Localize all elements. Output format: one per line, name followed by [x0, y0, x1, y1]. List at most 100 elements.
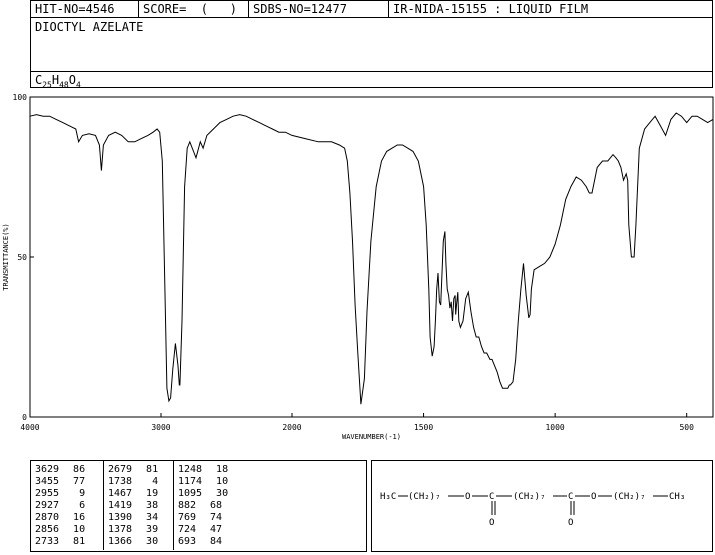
peak-wavenumber: 2870	[35, 512, 60, 523]
peak-wavenumber: 2955	[35, 488, 60, 499]
header-row: HIT-NO=4546 SCORE= ( ) SDBS-NO=12477 IR-…	[31, 1, 712, 18]
peak-row: 3629 86	[35, 464, 85, 476]
peak-wavenumber: 1378	[108, 524, 133, 535]
peak-transmittance: 74	[210, 512, 223, 523]
peak-transmittance: 81	[146, 464, 159, 475]
peak-row: 2870 16	[35, 512, 85, 524]
methyl-left: H₃C	[380, 492, 396, 502]
carbonyl-oxygen-left: O	[489, 518, 494, 528]
carbonyl-carbon-left: C	[489, 492, 494, 502]
ester-oxygen-right: O	[591, 492, 596, 502]
peak-wavenumber: 2679	[108, 464, 133, 475]
ester-oxygen-left: O	[465, 492, 470, 502]
peak-wavenumber: 693	[178, 536, 197, 547]
peak-transmittance: 47	[210, 524, 223, 535]
peak-wavenumber: 1366	[108, 536, 133, 547]
peak-transmittance: 30	[216, 488, 229, 499]
peak-transmittance: 77	[73, 476, 86, 487]
peak-row: 1467 19	[108, 488, 158, 500]
methylene-chain-left: (CH₂)₇	[408, 492, 441, 502]
x-tick-label: 1000	[545, 423, 564, 432]
peak-row: 1390 34	[108, 512, 158, 524]
peak-row: 2856 10	[35, 524, 85, 536]
peak-transmittance: 10	[73, 524, 86, 535]
peak-wavenumber: 1095	[178, 488, 203, 499]
peak-row: 1366 30	[108, 536, 158, 548]
peak-row: 2927 6	[35, 500, 85, 512]
formula-divider	[31, 71, 712, 72]
x-tick-label: 500	[679, 423, 694, 432]
peak-transmittance: 39	[146, 524, 159, 535]
peak-wavenumber: 769	[178, 512, 197, 523]
peak-transmittance: 81	[73, 536, 86, 547]
peak-wavenumber: 882	[178, 500, 197, 511]
peak-row: 769 74	[178, 512, 228, 524]
methylene-chain-right: (CH₂)₇	[613, 492, 646, 502]
peak-row: 1248 18	[178, 464, 228, 476]
peak-transmittance: 86	[73, 464, 86, 475]
peak-table: 3629 86 3455 77 2955 9 2927 6 2870 16 2856 10 2733 81…	[30, 460, 367, 552]
peak-row: 1738 4	[108, 476, 158, 488]
structure-diagram: H₃C (CH₂)₇ O C O (CH₂)₇ C O O (CH₂)₇ CH₃	[380, 492, 685, 528]
peak-transmittance: 9	[79, 488, 86, 499]
peak-row: 2679 81	[108, 464, 158, 476]
peak-row: 3455 77	[35, 476, 85, 488]
hit-number: HIT-NO=4546	[31, 1, 139, 17]
peak-row: 693 84	[178, 536, 228, 548]
plot-frame	[29, 96, 714, 418]
y-tick-label: 0	[22, 413, 27, 422]
ir-spectrum-chart: 4000 3000 2000 1500 1000 500 0 50 100 WAVENUMBER…	[2, 93, 714, 441]
x-axis-label: WAVENUMBER(-1)	[342, 433, 401, 441]
sdbs-number: SDBS-NO=12477	[249, 1, 389, 17]
spectrum-line	[29, 112, 714, 405]
molecular-formula: C25H48O4	[35, 73, 81, 90]
peak-transmittance: 68	[210, 500, 223, 511]
peak-row: 724 47	[178, 524, 228, 536]
peak-transmittance: 19	[146, 488, 159, 499]
peak-wavenumber: 1174	[178, 476, 203, 487]
peak-row: 1378 39	[108, 524, 158, 536]
peak-wavenumber: 2856	[35, 524, 60, 535]
peak-row: 1419 38	[108, 500, 158, 512]
y-axis-label: TRANSMITTANCE(%)	[2, 223, 10, 290]
peak-column: 1248 18 1174 10 1095 30 882 68 769 74 724 47 693 84	[173, 461, 228, 550]
x-tick-label: 1500	[414, 423, 433, 432]
peak-row: 2955 9	[35, 488, 85, 500]
carbonyl-oxygen-right: O	[568, 518, 573, 528]
peak-row: 1174 10	[178, 476, 228, 488]
methylene-chain-middle: (CH₂)₇	[513, 492, 546, 502]
peak-row: 1095 30	[178, 488, 228, 500]
peak-column: 2679 81 1738 4 1467 19 1419 38 1390 34 1378 39 1366 3…	[103, 461, 158, 550]
methyl-right: CH₃	[669, 492, 685, 502]
peak-row: 2733 81	[35, 536, 85, 548]
peak-wavenumber: 1738	[108, 476, 133, 487]
x-tick-label: 2000	[282, 423, 301, 432]
peak-transmittance: 4	[152, 476, 159, 487]
peak-wavenumber: 1248	[178, 464, 203, 475]
peak-wavenumber: 1467	[108, 488, 133, 499]
peak-wavenumber: 724	[178, 524, 197, 535]
structure-box: H₃C (CH₂)₇ O C O (CH₂)₇ C O O (CH₂)₇ CH₃	[371, 460, 713, 552]
peak-column: 3629 86 3455 77 2955 9 2927 6 2870 16 2856 10 2733 81	[35, 464, 85, 548]
y-tick-label: 100	[13, 93, 28, 102]
peak-wavenumber: 3629	[35, 464, 60, 475]
peak-transmittance: 34	[146, 512, 159, 523]
peak-transmittance: 38	[146, 500, 159, 511]
peak-wavenumber: 2927	[35, 500, 60, 511]
peak-wavenumber: 3455	[35, 476, 60, 487]
peak-wavenumber: 1419	[108, 500, 133, 511]
peak-transmittance: 10	[216, 476, 229, 487]
score: SCORE= ( )	[139, 1, 249, 17]
x-tick-label: 4000	[20, 423, 39, 432]
compound-name: DIOCTYL AZELATE	[35, 20, 144, 34]
peak-transmittance: 18	[216, 464, 229, 475]
header-box: HIT-NO=4546 SCORE= ( ) SDBS-NO=12477 IR-…	[30, 0, 713, 90]
carbonyl-carbon-right: C	[568, 492, 573, 502]
peak-transmittance: 6	[79, 500, 86, 511]
x-tick-label: 3000	[151, 423, 170, 432]
peak-transmittance: 84	[210, 536, 223, 547]
peak-wavenumber: 1390	[108, 512, 133, 523]
peak-transmittance: 16	[73, 512, 86, 523]
y-tick-label: 50	[17, 253, 27, 262]
peak-wavenumber: 2733	[35, 536, 60, 547]
